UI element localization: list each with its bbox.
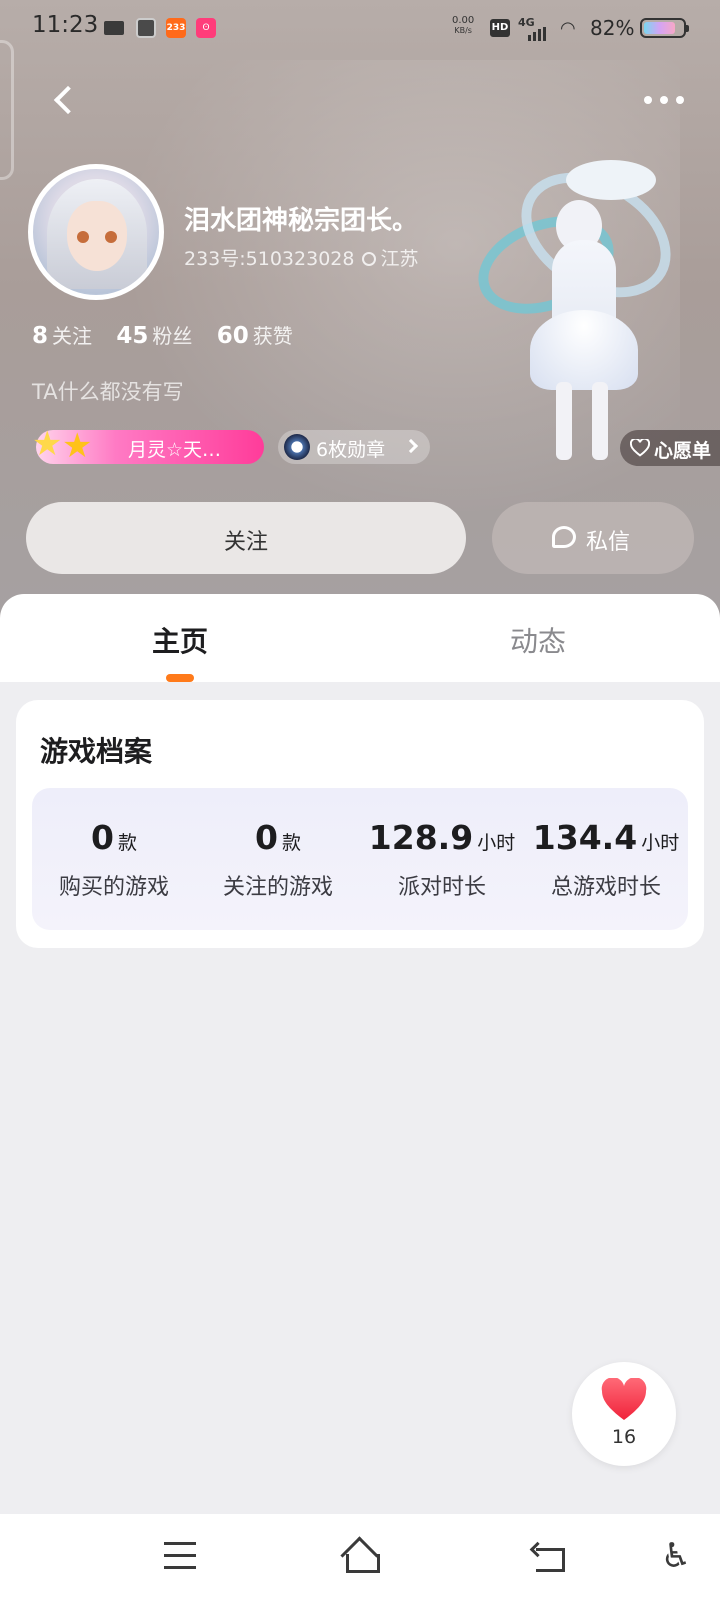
location-icon [362,252,377,266]
video-camera-icon [104,21,124,35]
heart-outline-icon [630,439,650,457]
accessibility-icon[interactable]: ♿ [654,1536,698,1576]
character-avatar[interactable] [456,147,696,470]
nickname: 泪水团神秘宗团长。 [184,206,419,236]
character-leg [556,382,572,460]
stat-unit: 款 [281,832,301,854]
stat-value: 134.4 [532,818,638,857]
stat-purchased-games[interactable]: 0款 购买的游戏 [32,818,196,901]
nav-home-button[interactable] [338,1536,382,1576]
gallery-app-icon [136,18,156,38]
stat-unit: 款 [117,832,137,854]
battery-percent: 82% [590,16,635,40]
stat-label: 购买的游戏 [58,875,169,900]
stat-label: 粉丝 [152,324,193,348]
wishlist-button[interactable]: 心愿单 [620,430,720,466]
medals-count: 6枚勋章 [316,439,386,461]
stat-label: 获赞 [252,324,293,348]
edge-swipe-handle [0,40,14,180]
medal-icon [284,434,310,460]
stat-following[interactable]: 8 关注 [32,320,92,349]
game-stats: 0款 购买的游戏 0款 关注的游戏 128.9 小时 派对时长 134.4 小时 总… [32,788,688,930]
avatar-eye [77,231,89,243]
star-icon: ★ ★ [32,424,93,466]
stat-label: 总游戏时长 [550,875,661,900]
stat-value: 45 [116,323,149,349]
tab-home[interactable]: 主页 [152,620,208,660]
tab-bar: 主页 动态 [0,594,720,682]
game-profile-card: 游戏档案 0款 购买的游戏 0款 关注的游戏 128.9 小时 派对时长 134.… [16,700,704,948]
hd-icon: HD [490,19,510,37]
tab-feed[interactable]: 动态 [510,620,566,660]
stat-value: 60 [216,323,249,349]
like-count: 16 [611,1426,637,1448]
stat-label: 关注 [52,324,93,348]
like-button[interactable]: 16 [572,1362,676,1466]
stat-unit: 小时 [477,832,516,854]
stat-value: 0 [255,818,278,857]
stat-total-play-time[interactable]: 134.4 小时 总游戏时长 [524,818,688,901]
status-time: 11:23 [32,12,99,38]
heart-icon [601,1378,647,1420]
pink-app-icon: ʘ [196,18,216,38]
character-dress [530,310,638,390]
nav-menu-button[interactable] [158,1536,202,1576]
more-dot-icon [676,96,684,104]
stat-unit: 小时 [641,832,680,854]
stat-party-time[interactable]: 128.9 小时 派对时长 [360,818,524,901]
uid-line: 233号:510323028 江苏 [184,244,418,271]
avatar-eye [105,231,117,243]
more-dot-icon [644,96,652,104]
battery-icon [640,18,689,38]
stat-label: 派对时长 [397,875,486,900]
character-leg [592,382,608,460]
net-speed: 0.00 KB/s [452,16,474,36]
stat-value: 0 [91,818,114,857]
location-text: 江苏 [380,248,419,270]
stat-label: 关注的游戏 [222,875,333,900]
follow-label: 关注 [223,530,268,555]
title-badge[interactable]: ★ ★ 月灵☆天… [32,424,264,466]
wifi-icon: ◠ [560,18,576,39]
more-dot-icon [660,96,668,104]
card-title: 游戏档案 [40,735,153,768]
social-stats: 8 关注 45 粉丝 60 获赞 [32,320,311,349]
stat-value: 128.9 [368,818,474,857]
app-233-icon: 233 [166,18,186,38]
message-button[interactable]: 私信 [492,502,694,574]
chevron-right-icon [403,438,419,454]
status-bar: 11:23 233 ʘ 0.00 KB/s HD 4G ◠ 82% [0,0,720,56]
net-speed-value: 0.00 [452,15,475,26]
stat-value: 8 [32,323,49,349]
user-id[interactable]: 233号:510323028 [184,248,354,270]
back-button[interactable] [44,80,88,124]
net-speed-unit: KB/s [454,26,472,35]
message-label: 私信 [586,530,631,555]
stat-followers[interactable]: 45 粉丝 [116,320,192,349]
chat-bubble-icon [552,526,576,548]
system-nav-bar: ♿ [0,1514,720,1600]
tab-active-indicator [166,674,194,682]
wishlist-label: 心愿单 [654,440,712,462]
stat-followed-games[interactable]: 0款 关注的游戏 [196,818,360,901]
medals-button[interactable]: 6枚勋章 [278,430,430,464]
follow-button[interactable]: 关注 [26,502,466,574]
title-badge-text: 月灵☆天… [128,439,222,461]
stat-likes[interactable]: 60 获赞 [217,320,293,349]
signal-icon [528,22,548,41]
more-options-button[interactable] [640,84,688,116]
avatar-face [67,201,127,271]
avatar[interactable] [28,164,164,300]
nav-back-button[interactable] [528,1536,572,1576]
bio: TA什么都没有写 [32,380,184,404]
dragon-head [566,160,656,200]
